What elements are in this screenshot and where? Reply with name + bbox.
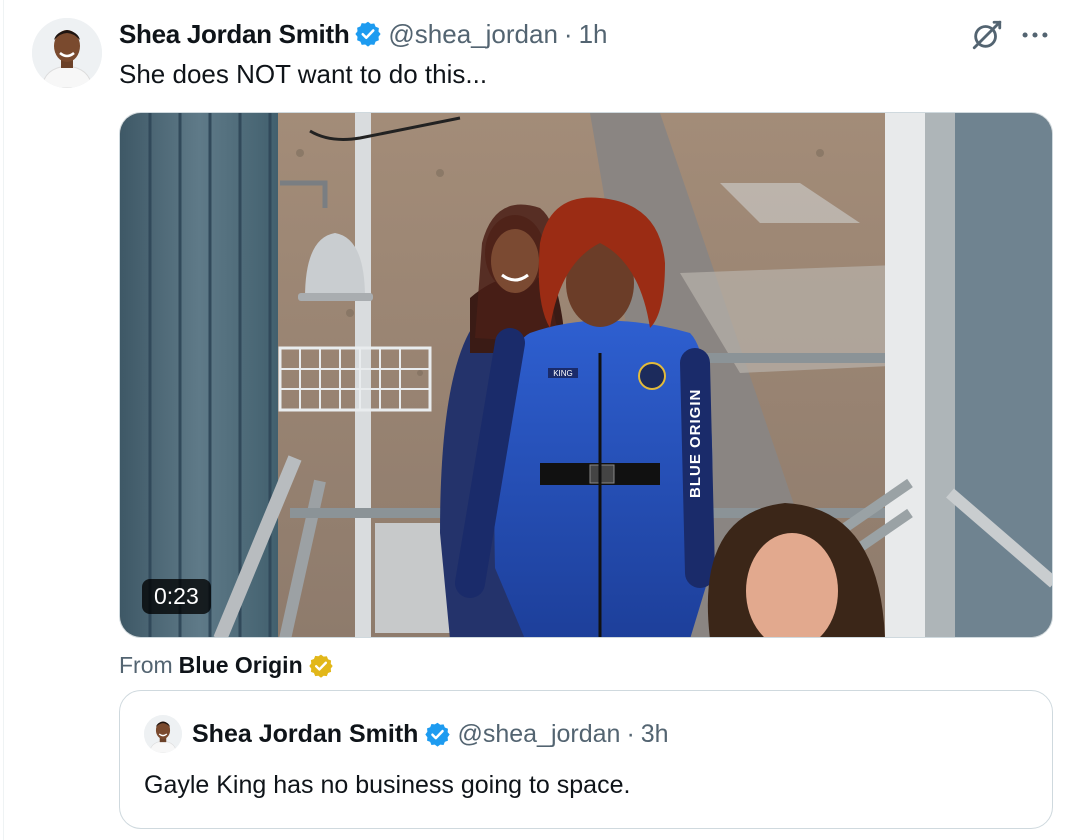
quoted-author-avatar[interactable]	[144, 715, 182, 753]
suit-label: BLUE ORIGIN	[687, 389, 704, 498]
timestamp[interactable]: 1h	[579, 19, 608, 50]
video-frame: KING BLUE ORIGIN	[120, 113, 1052, 637]
name-patch: KING	[553, 369, 573, 378]
grok-icon[interactable]	[970, 18, 1004, 52]
separator-dot: ·	[563, 18, 573, 49]
tweet-header: Shea Jordan Smith @shea_jordan · 1h	[119, 16, 608, 52]
quoted-tweet[interactable]: Shea Jordan Smith @shea_jordan · 3h Gayl…	[119, 690, 1053, 829]
timeline-border	[3, 0, 4, 840]
gold-verified-badge-icon	[308, 654, 333, 678]
separator-dot: ·	[626, 719, 635, 748]
video-player[interactable]: KING BLUE ORIGIN 0:23	[119, 112, 1053, 638]
quoted-timestamp: 3h	[640, 719, 669, 748]
tweet-text: She does NOT want to do this...	[119, 59, 488, 89]
more-options-icon[interactable]	[1018, 18, 1052, 52]
from-prefix: From	[119, 652, 173, 678]
video-duration: 0:23	[142, 579, 211, 614]
media-source: From Blue Origin	[119, 652, 334, 679]
source-account-link[interactable]: Blue Origin	[179, 652, 303, 679]
quoted-author-handle: @shea_jordan	[457, 719, 621, 748]
verified-badge-icon	[425, 722, 451, 747]
author-handle[interactable]: @shea_jordan	[388, 19, 558, 50]
verified-badge-icon[interactable]	[354, 20, 382, 48]
quoted-tweet-header: Shea Jordan Smith @shea_jordan · 3h	[192, 715, 669, 753]
author-avatar[interactable]	[32, 18, 102, 88]
author-name[interactable]: Shea Jordan Smith	[119, 19, 350, 50]
avatar-image	[144, 715, 182, 753]
quoted-author-name[interactable]: Shea Jordan Smith	[192, 720, 418, 749]
quoted-tweet-text: Gayle King has no business going to spac…	[144, 771, 631, 799]
avatar-image	[32, 18, 102, 88]
